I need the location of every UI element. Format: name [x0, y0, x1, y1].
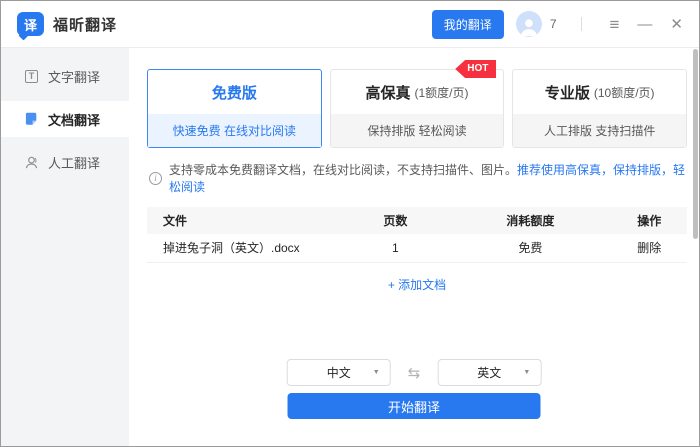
scrollbar-thumb[interactable] [693, 49, 698, 239]
file-table: 文件 页数 消耗额度 操作 掉进兔子洞（英文）.docx 1 免费 删除 [147, 207, 687, 263]
table-row: 掉进兔子洞（英文）.docx 1 免费 删除 [147, 234, 687, 262]
target-language-select[interactable]: 英文 ▼ [437, 359, 541, 386]
plan-card-free[interactable]: 免费版 快速免费 在线对比阅读 [147, 69, 322, 148]
credits-count: 7 [550, 17, 557, 31]
source-language-select[interactable]: 中文 ▼ [287, 359, 391, 386]
language-selector-row: 中文 ▼ ⇆ 英文 ▼ [287, 359, 542, 386]
column-header-cost: 消耗额度 [449, 207, 611, 234]
column-header-pages: 页数 [341, 207, 449, 234]
start-translate-button[interactable]: 开始翻译 [288, 393, 541, 419]
menu-icon[interactable]: ≡ [610, 16, 620, 33]
app-header: 译 福昕翻译 我的翻译 7 ≡ — ✕ [1, 1, 699, 48]
human-translate-icon [24, 155, 39, 170]
app-title: 福昕翻译 [53, 14, 117, 35]
text-translate-icon: T [24, 69, 39, 84]
sidebar-item-label: 人工翻译 [48, 153, 100, 172]
plan-card-professional[interactable]: 专业版 (10额度/页) 人工排版 支持扫描件 [512, 69, 687, 148]
sidebar-item-document-translate[interactable]: 文档翻译 [1, 101, 129, 137]
cost-cell: 免费 [449, 234, 611, 262]
main-content: 免费版 快速免费 在线对比阅读 HOT 高保真 (1额度/页) 保持排版 轻松阅… [129, 48, 699, 447]
plan-subtitle: 保持排版 轻松阅读 [331, 114, 504, 147]
plan-subtitle: 人工排版 支持扫描件 [513, 114, 686, 147]
plan-name: 高保真 [365, 82, 410, 103]
sidebar-item-label: 文字翻译 [48, 67, 100, 86]
plan-subtitle: 快速免费 在线对比阅读 [148, 114, 321, 147]
app-logo: 译 福昕翻译 [17, 12, 117, 36]
minimize-icon[interactable]: — [637, 17, 652, 32]
table-header-row: 文件 页数 消耗额度 操作 [147, 207, 687, 234]
my-translations-button[interactable]: 我的翻译 [432, 10, 504, 39]
user-avatar[interactable] [516, 11, 542, 37]
info-icon: i [149, 172, 162, 185]
app-window: 译 福昕翻译 我的翻译 7 ≡ — ✕ T [0, 0, 700, 447]
sidebar-item-label: 文档翻译 [48, 110, 100, 129]
header-actions: 我的翻译 7 ≡ — ✕ [432, 10, 683, 39]
chevron-down-icon: ▼ [523, 369, 530, 376]
plan-card-high-fidelity[interactable]: HOT 高保真 (1额度/页) 保持排版 轻松阅读 [330, 69, 505, 148]
plan-cards: 免费版 快速免费 在线对比阅读 HOT 高保真 (1额度/页) 保持排版 轻松阅… [147, 69, 687, 148]
plan-name: 免费版 [212, 82, 257, 103]
person-icon [518, 15, 540, 37]
add-document-link[interactable]: + 添加文档 [388, 278, 446, 292]
notice-text: 支持零成本免费翻译文档，在线对比阅读，不支持扫描件、图片。 [169, 163, 517, 177]
pages-cell: 1 [341, 234, 449, 262]
target-language-value: 英文 [477, 364, 501, 381]
column-header-file: 文件 [147, 207, 341, 234]
plan-price: (1额度/页) [415, 84, 469, 101]
header-divider [581, 17, 582, 31]
file-name-cell: 掉进兔子洞（英文）.docx [147, 234, 341, 262]
logo-glyph: 译 [24, 15, 37, 34]
column-header-action: 操作 [611, 207, 687, 234]
sidebar-item-text-translate[interactable]: T 文字翻译 [1, 58, 129, 94]
logo-bubble-icon: 译 [17, 12, 44, 36]
add-document-row: + 添加文档 [147, 276, 687, 293]
sidebar: T 文字翻译 文档翻译 [1, 48, 129, 447]
delete-button[interactable]: 删除 [611, 234, 687, 262]
close-icon[interactable]: ✕ [670, 17, 683, 32]
sidebar-item-human-translate[interactable]: 人工翻译 [1, 144, 129, 180]
plan-price: (10额度/页) [594, 84, 655, 101]
document-translate-icon [24, 112, 39, 127]
swap-languages-icon[interactable]: ⇆ [408, 364, 421, 382]
plan-name: 专业版 [545, 82, 590, 103]
chevron-down-icon: ▼ [373, 369, 380, 376]
notice-bar: i 支持零成本免费翻译文档，在线对比阅读，不支持扫描件、图片。推荐使用高保真，保… [149, 161, 687, 195]
source-language-value: 中文 [327, 364, 351, 381]
